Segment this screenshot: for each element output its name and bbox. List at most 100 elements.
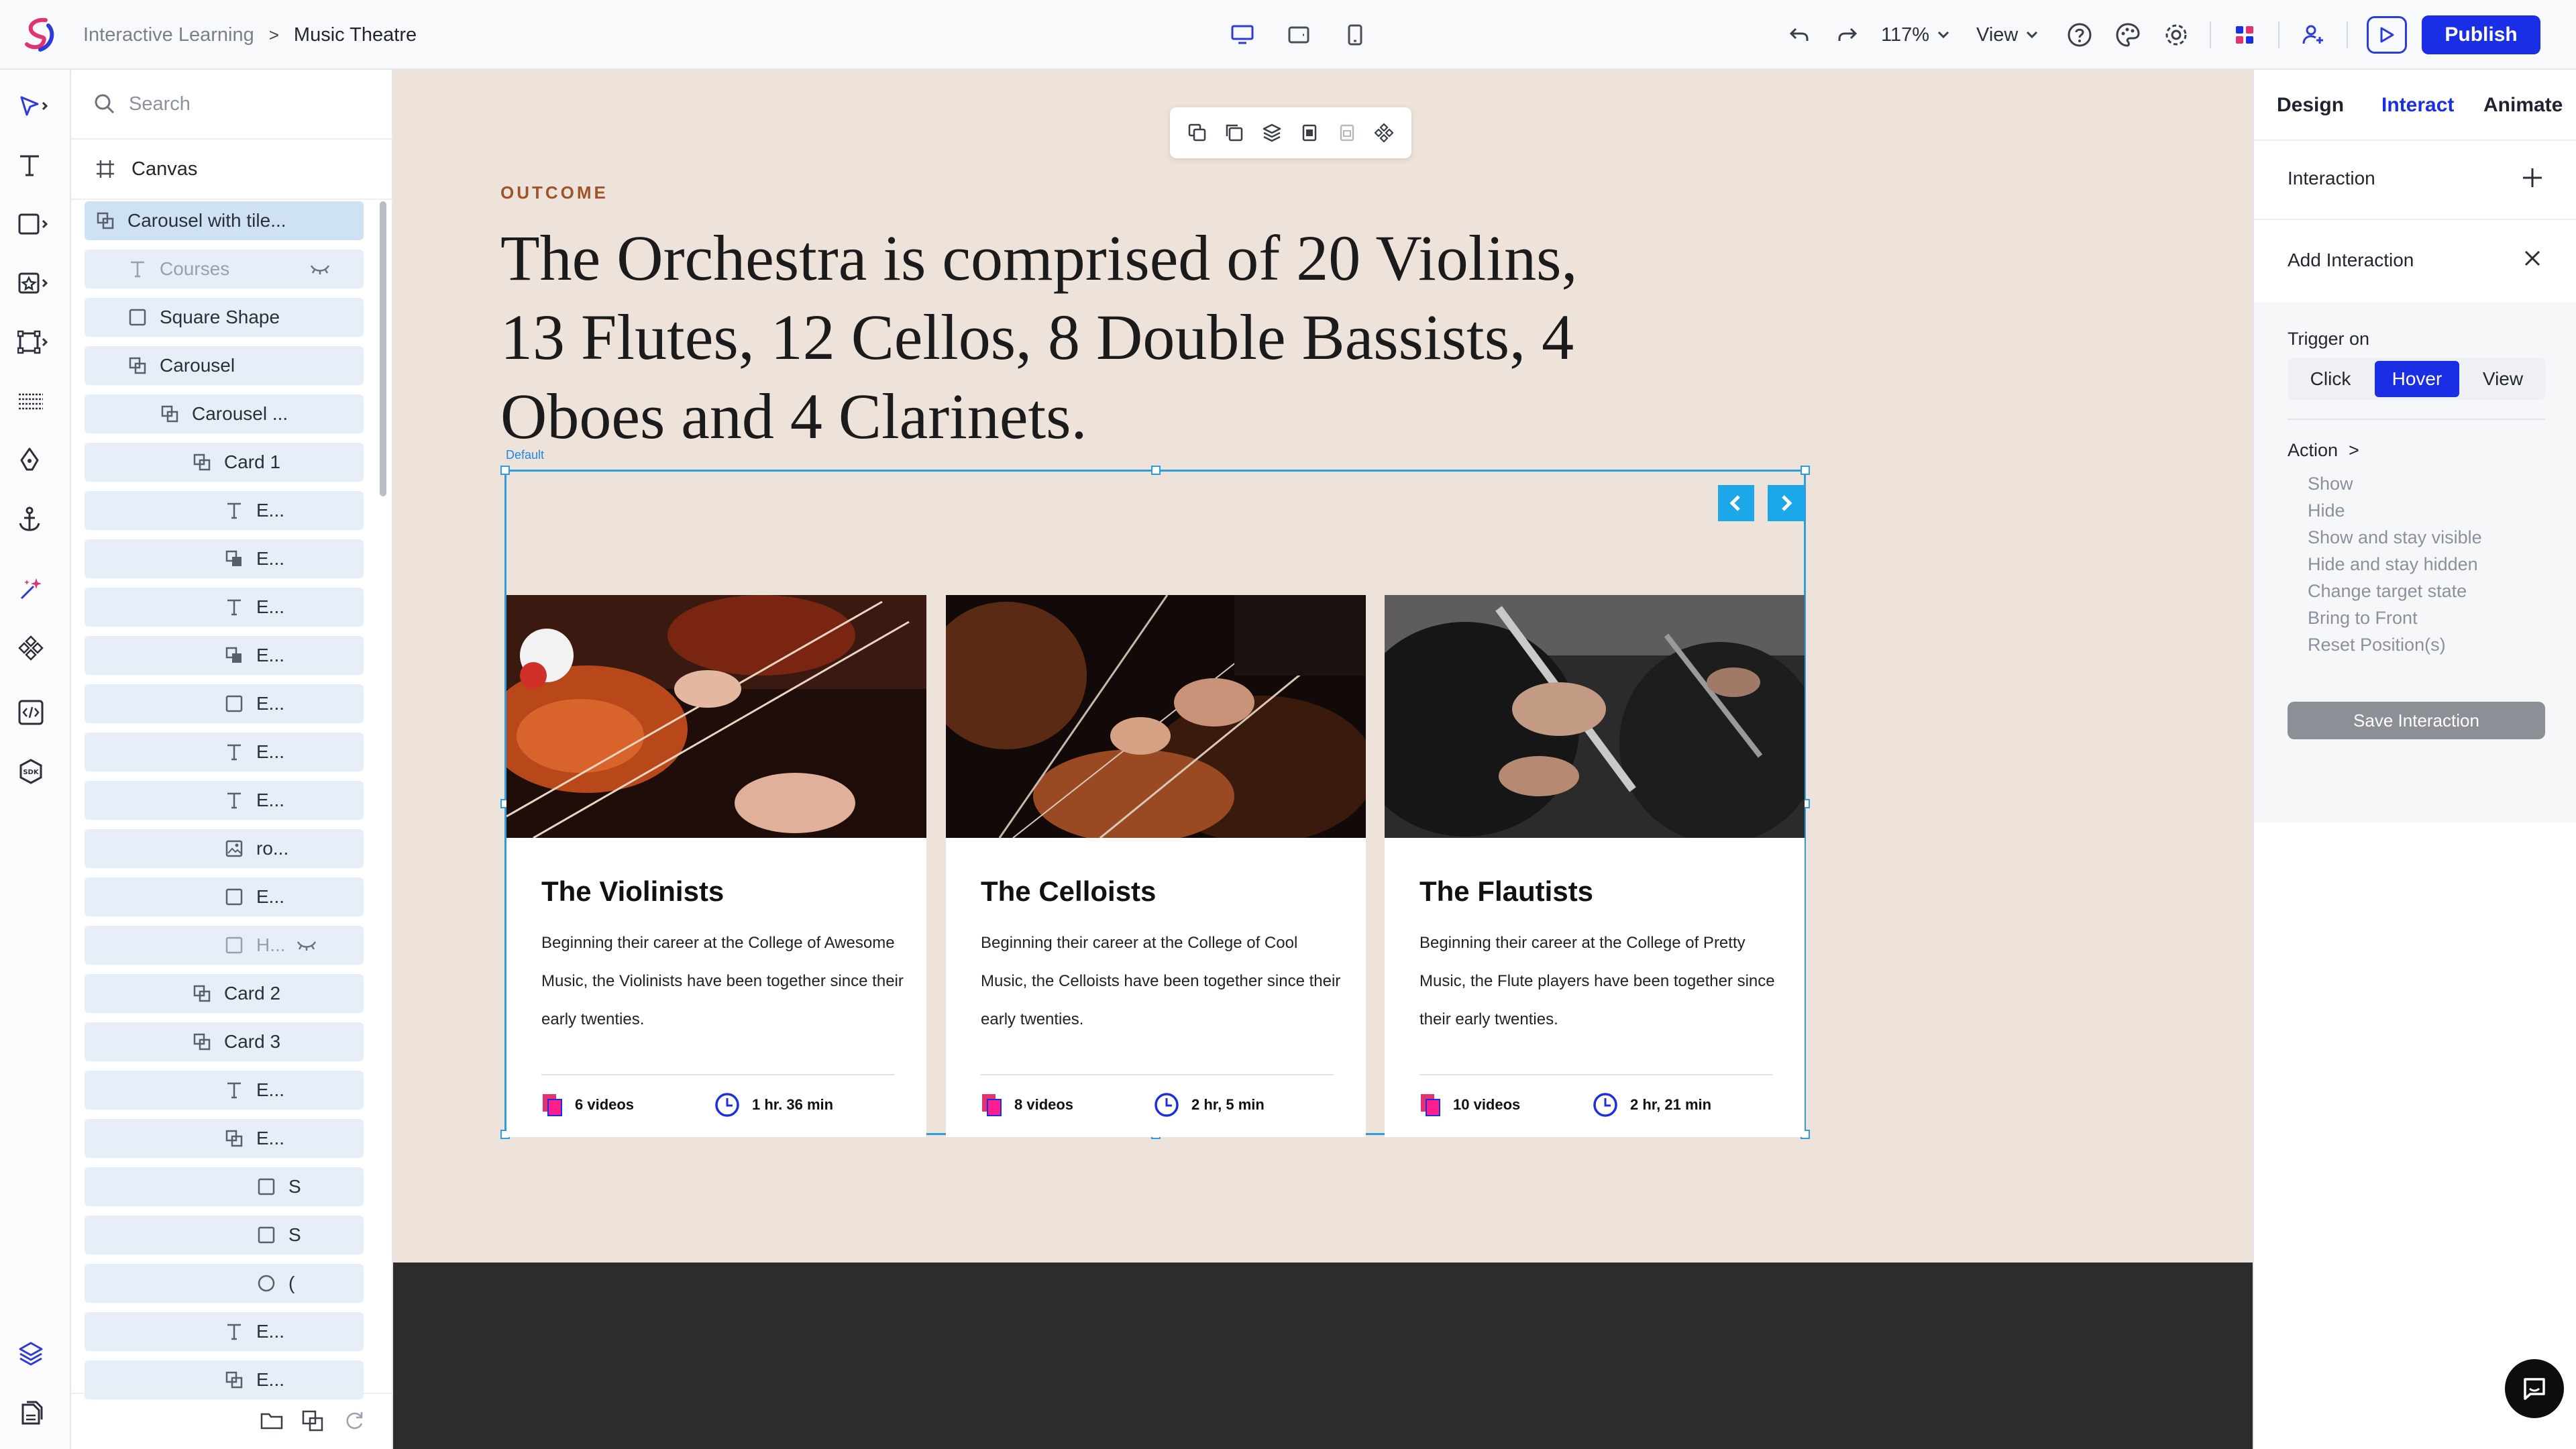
embed-tool[interactable] bbox=[17, 695, 58, 730]
resize-handle[interactable] bbox=[500, 466, 510, 475]
paste-icon[interactable] bbox=[1299, 123, 1320, 143]
copy-icon[interactable] bbox=[1224, 123, 1244, 143]
layer-item[interactable]: Courses bbox=[85, 250, 364, 288]
tab-animate[interactable]: Animate bbox=[2483, 94, 2563, 117]
video-stack-icon bbox=[543, 1094, 562, 1116]
ai-tool[interactable] bbox=[17, 572, 58, 606]
action-header[interactable]: Action > bbox=[2288, 440, 2359, 461]
layer-item[interactable]: Card 2 bbox=[85, 974, 364, 1013]
layer-item[interactable]: Carousel with tile... bbox=[85, 201, 364, 240]
resize-handle[interactable] bbox=[1801, 466, 1810, 475]
layer-item[interactable]: ro... bbox=[85, 829, 364, 868]
action-change-target-state[interactable]: Change target state bbox=[2308, 581, 2467, 602]
layers-icon[interactable] bbox=[1262, 123, 1282, 143]
card-video-count: 10 videos bbox=[1453, 1096, 1521, 1113]
layer-item[interactable]: ( bbox=[85, 1264, 364, 1303]
tab-interact[interactable]: Interact bbox=[2381, 94, 2454, 117]
layer-item[interactable]: H... bbox=[85, 926, 364, 965]
course-card[interactable]: The Violinists Beginning their career at… bbox=[506, 595, 926, 1137]
section-eyebrow: OUTCOME bbox=[500, 182, 608, 203]
help-icon[interactable] bbox=[2065, 20, 2094, 50]
trigger-click[interactable]: Click bbox=[2290, 361, 2371, 397]
refresh-icon[interactable] bbox=[343, 1410, 365, 1435]
layer-item[interactable]: E... bbox=[85, 1071, 364, 1110]
anchor-tool[interactable] bbox=[17, 502, 58, 537]
layer-item[interactable]: E... bbox=[85, 877, 364, 916]
breadcrumb-parent[interactable]: Interactive Learning bbox=[83, 24, 254, 46]
action-show-stay-visible[interactable]: Show and stay visible bbox=[2308, 527, 2482, 548]
user-share-icon[interactable] bbox=[2298, 20, 2328, 50]
palette-icon[interactable] bbox=[2113, 20, 2143, 50]
media-tool[interactable] bbox=[17, 266, 58, 301]
layer-item[interactable]: E... bbox=[85, 1312, 364, 1351]
view-dropdown[interactable]: View bbox=[1976, 24, 2038, 46]
action-reset-positions[interactable]: Reset Position(s) bbox=[2308, 635, 2446, 655]
course-card[interactable]: The Celloists Beginning their career at … bbox=[946, 595, 1366, 1137]
zoom-dropdown[interactable]: 117% bbox=[1881, 24, 1949, 46]
redo-icon[interactable] bbox=[1833, 20, 1862, 50]
layer-item[interactable]: E... bbox=[85, 636, 364, 675]
sdk-tool[interactable]: SDK bbox=[17, 754, 58, 789]
text-tool[interactable] bbox=[17, 148, 58, 182]
canvas-stage[interactable]: OUTCOME The Orchestra is comprised of 20… bbox=[393, 70, 2253, 1449]
hidden-eye-icon[interactable] bbox=[297, 934, 317, 956]
app-logo-icon[interactable] bbox=[20, 16, 60, 54]
add-interaction-icon[interactable] bbox=[2521, 166, 2544, 193]
components-tool[interactable] bbox=[17, 631, 58, 665]
layers-scrollbar[interactable] bbox=[380, 201, 386, 496]
action-show[interactable]: Show bbox=[2308, 474, 2353, 494]
tablet-icon[interactable] bbox=[1284, 20, 1313, 50]
pages-tool[interactable] bbox=[17, 1395, 58, 1430]
layer-item[interactable]: Square Shape bbox=[85, 298, 364, 337]
layer-item[interactable]: E... bbox=[85, 539, 364, 578]
layer-item[interactable]: E... bbox=[85, 684, 364, 723]
action-hide[interactable]: Hide bbox=[2308, 500, 2345, 521]
desktop-icon[interactable] bbox=[1228, 20, 1257, 50]
select-tool[interactable] bbox=[17, 89, 58, 123]
layer-item[interactable]: S bbox=[85, 1167, 364, 1206]
duplicate-icon[interactable] bbox=[1187, 123, 1208, 143]
layer-item[interactable]: Carousel bbox=[85, 346, 364, 385]
vector-tool[interactable] bbox=[17, 325, 58, 360]
card-videos: 10 videos bbox=[1419, 1090, 1520, 1120]
tab-design[interactable]: Design bbox=[2277, 94, 2344, 117]
shape-tool[interactable] bbox=[17, 207, 58, 241]
layer-item[interactable]: S bbox=[85, 1216, 364, 1254]
carousel-next-button[interactable] bbox=[1768, 485, 1804, 521]
action-hide-stay-hidden[interactable]: Hide and stay hidden bbox=[2308, 554, 2478, 575]
close-icon[interactable] bbox=[2522, 248, 2542, 272]
course-card[interactable]: The Flautists Beginning their career at … bbox=[1385, 595, 1805, 1137]
group-icon[interactable] bbox=[302, 1410, 323, 1435]
pattern-tool[interactable] bbox=[17, 384, 58, 419]
layers-search[interactable]: Search bbox=[71, 70, 393, 140]
chat-button[interactable] bbox=[2505, 1359, 2564, 1418]
publish-button[interactable]: Publish bbox=[2422, 15, 2540, 54]
layer-label: S bbox=[288, 1224, 301, 1245]
layer-item[interactable]: E... bbox=[85, 491, 364, 530]
layer-item[interactable]: Carousel ... bbox=[85, 394, 364, 433]
hidden-eye-icon[interactable] bbox=[310, 258, 330, 280]
resize-handle[interactable] bbox=[1151, 466, 1161, 475]
undo-icon[interactable] bbox=[1784, 20, 1814, 50]
trigger-hover[interactable]: Hover bbox=[2375, 361, 2459, 397]
action-bring-to-front[interactable]: Bring to Front bbox=[2308, 608, 2418, 629]
preview-button[interactable] bbox=[2367, 16, 2408, 54]
component-icon[interactable] bbox=[1374, 123, 1394, 143]
carousel-prev-button[interactable] bbox=[1718, 485, 1754, 521]
layer-canvas[interactable]: Canvas bbox=[71, 140, 393, 200]
folder-icon[interactable] bbox=[260, 1410, 283, 1434]
save-interaction-button[interactable]: Save Interaction bbox=[2288, 702, 2545, 739]
layer-item[interactable]: Card 3 bbox=[85, 1022, 364, 1061]
layer-item[interactable]: E... bbox=[85, 781, 364, 820]
carousel-selection[interactable]: The Violinists Beginning their career at… bbox=[500, 466, 1810, 1139]
layer-item[interactable]: E... bbox=[85, 1119, 364, 1158]
mobile-icon[interactable] bbox=[1340, 20, 1370, 50]
layer-item[interactable]: E... bbox=[85, 733, 364, 771]
layer-item[interactable]: E... bbox=[85, 588, 364, 627]
layers-tool[interactable] bbox=[17, 1336, 58, 1371]
trigger-view[interactable]: View bbox=[2463, 361, 2542, 397]
apps-grid-icon[interactable] bbox=[2230, 20, 2259, 50]
settings-gear-icon[interactable] bbox=[2161, 20, 2191, 50]
layer-item[interactable]: Card 1 bbox=[85, 443, 364, 482]
pen-tool[interactable] bbox=[17, 443, 58, 478]
